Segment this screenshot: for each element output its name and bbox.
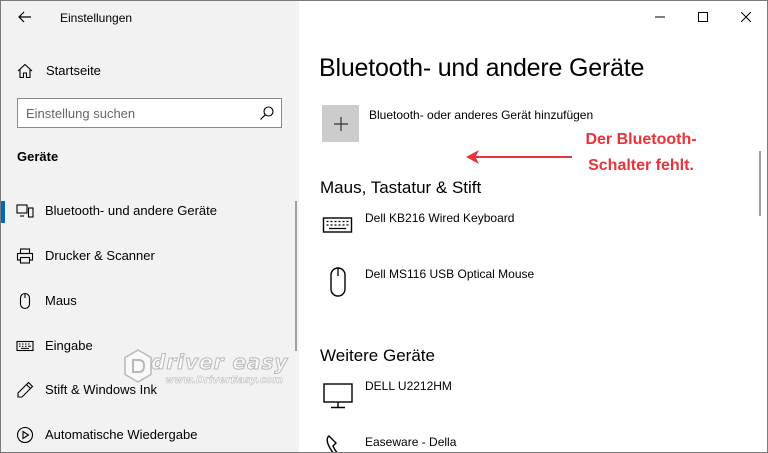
phone-icon	[326, 435, 338, 452]
device-name: Easeware - Della	[365, 435, 457, 449]
sidebar-item-label: Bluetooth- und andere Geräte	[45, 203, 218, 218]
main-scrollbar[interactable]	[759, 151, 761, 216]
annotation-line-2: Schalter fehlt.	[588, 157, 694, 174]
device-name: Dell MS116 USB Optical Mouse	[365, 267, 535, 281]
monitor-icon	[323, 383, 353, 409]
mouse-icon	[19, 292, 31, 310]
device-item-phone[interactable]: Easeware - Della	[299, 433, 739, 452]
sidebar-item-pen[interactable]: Stift & Windows Ink	[1, 370, 299, 410]
search-icon[interactable]	[259, 105, 275, 121]
group-title-mouse-keyboard: Maus, Tastatur & Stift	[320, 178, 482, 197]
keyboard-icon	[16, 340, 34, 352]
sidebar-item-label: Maus	[45, 293, 77, 308]
plus-icon	[333, 116, 348, 131]
close-icon	[741, 12, 751, 22]
sidebar-item-printers[interactable]: Drucker & Scanner	[1, 236, 299, 276]
device-name: Dell KB216 Wired Keyboard	[365, 211, 515, 225]
minimize-button[interactable]	[637, 1, 683, 33]
page-title: Bluetooth- und andere Geräte	[319, 54, 645, 82]
mouse-device-icon	[330, 267, 346, 297]
sidebar-item-label: Stift & Windows Ink	[45, 382, 157, 397]
add-device-label[interactable]: Bluetooth- oder anderes Gerät hinzufügen	[369, 108, 593, 122]
autoplay-icon	[16, 426, 34, 444]
device-item-mouse[interactable]: Dell MS116 USB Optical Mouse	[299, 265, 739, 305]
keyboard-device-icon	[322, 217, 353, 233]
sidebar-item-home[interactable]: Startseite	[1, 56, 299, 86]
back-button[interactable]	[11, 6, 39, 28]
device-item-monitor[interactable]: DELL U2212HM	[299, 377, 739, 417]
app-title: Einstellungen	[60, 11, 133, 25]
close-button[interactable]	[723, 1, 767, 33]
sidebar-item-label: Automatische Wiedergabe	[45, 427, 198, 442]
active-indicator	[1, 201, 5, 223]
maximize-button[interactable]	[680, 1, 726, 33]
printer-icon	[16, 248, 34, 264]
search-input[interactable]	[26, 104, 251, 122]
sidebar-item-mouse[interactable]: Maus	[1, 281, 299, 321]
sidebar-item-label: Eingabe	[45, 338, 93, 353]
main-content: Bluetooth- und andere Geräte Bluetooth- …	[299, 1, 767, 452]
annotation-note: Der Bluetooth- Schalter fehlt.	[561, 127, 721, 179]
sidebar-section-title: Geräte	[17, 149, 59, 164]
sidebar-item-input[interactable]: Eingabe	[1, 326, 299, 366]
annotation-arrow	[466, 150, 572, 164]
sidebar-home-label: Startseite	[46, 63, 101, 78]
minimize-icon	[655, 16, 665, 18]
sidebar-item-autoplay[interactable]: Automatische Wiedergabe	[1, 415, 299, 452]
group-title-other-devices: Weitere Geräte	[320, 346, 435, 365]
back-arrow-icon	[18, 11, 31, 23]
pen-icon	[17, 381, 34, 398]
settings-window: Einstellungen Startseite Geräte Bluetoot…	[0, 0, 768, 453]
sidebar-item-bluetooth[interactable]: Bluetooth- und andere Geräte	[1, 191, 299, 231]
sidebar-item-label: Drucker & Scanner	[45, 248, 155, 263]
maximize-icon	[698, 12, 708, 22]
device-item-keyboard[interactable]: Dell KB216 Wired Keyboard	[299, 209, 739, 249]
add-device-button[interactable]	[322, 105, 359, 142]
sidebar-scrollbar[interactable]	[295, 201, 297, 351]
search-box[interactable]	[17, 98, 282, 128]
bluetooth-devices-icon	[16, 204, 34, 218]
device-name: DELL U2212HM	[365, 379, 452, 393]
home-icon	[17, 63, 33, 79]
sidebar: Einstellungen Startseite Geräte Bluetoot…	[1, 1, 299, 452]
annotation-line-1: Der Bluetooth-	[585, 131, 697, 148]
